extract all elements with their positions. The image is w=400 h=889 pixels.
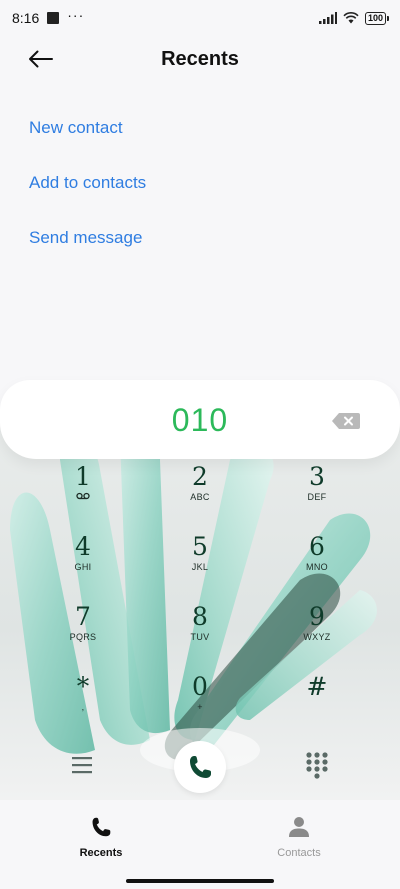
key-7[interactable]: 7 PQRS xyxy=(33,602,133,662)
status-time: 8:16 xyxy=(12,10,40,26)
status-left: 8:16 ··· xyxy=(12,7,85,26)
key-digit: 4 xyxy=(75,532,91,561)
key-letters: TUV xyxy=(190,632,210,642)
send-message-link[interactable]: Send message xyxy=(29,222,146,277)
menu-icon xyxy=(72,757,92,774)
key-8[interactable]: 8 TUV xyxy=(150,602,250,662)
number-display-card: 010 xyxy=(0,380,400,459)
header: Recents xyxy=(0,40,400,78)
wifi-icon xyxy=(343,12,359,24)
backspace-icon xyxy=(332,413,360,429)
notification-icon xyxy=(47,12,60,24)
key-digit: 9 xyxy=(309,602,325,631)
key-5[interactable]: 5 JKL xyxy=(150,532,250,592)
key-letters: ABC xyxy=(190,492,210,502)
dialpad-toggle-button[interactable] xyxy=(304,751,330,779)
home-indicator[interactable] xyxy=(126,879,274,883)
signal-icon xyxy=(318,12,337,24)
new-contact-link[interactable]: New contact xyxy=(29,112,146,167)
key-digit: 2 xyxy=(192,462,208,491)
key-letters: DEF xyxy=(307,492,327,502)
key-4[interactable]: 4 GHI xyxy=(33,532,133,592)
status-bar: 8:16 ··· 100 xyxy=(0,0,400,36)
key-0[interactable]: 0 + xyxy=(150,672,250,732)
key-digit: 3 xyxy=(309,462,325,491)
nav-recents[interactable]: Recents xyxy=(46,816,156,859)
call-button[interactable] xyxy=(174,741,226,793)
voicemail-icon xyxy=(33,492,133,502)
key-2[interactable]: 2 ABC xyxy=(150,462,250,522)
key-6[interactable]: 6 MNO xyxy=(267,532,367,592)
dialpad-icon xyxy=(306,752,328,779)
key-digit: 0 xyxy=(192,672,208,701)
status-right: 100 xyxy=(318,11,390,25)
key-letters: , xyxy=(81,702,85,712)
key-star[interactable]: * , xyxy=(33,672,133,732)
key-letters: PQRS xyxy=(69,632,97,642)
more-notifications-icon: ··· xyxy=(67,7,85,23)
key-letters: JKL xyxy=(191,562,209,572)
nav-label: Contacts xyxy=(277,847,321,859)
key-digit: # xyxy=(306,672,328,701)
key-letters: MNO xyxy=(306,562,328,572)
nav-contacts[interactable]: Contacts xyxy=(244,816,354,859)
phone-icon xyxy=(92,817,111,837)
phone-icon xyxy=(190,756,211,778)
key-1[interactable]: 1 xyxy=(33,462,133,522)
menu-button[interactable] xyxy=(70,754,96,776)
key-letters: GHI xyxy=(74,562,92,572)
key-hash[interactable]: # xyxy=(267,672,367,732)
action-list: New contact Add to contacts Send message xyxy=(29,112,146,277)
key-9[interactable]: 9 WXYZ xyxy=(267,602,367,662)
battery-icon: 100 xyxy=(364,11,390,25)
add-to-contacts-link[interactable]: Add to contacts xyxy=(29,167,146,222)
key-digit: 5 xyxy=(192,532,208,561)
key-digit: 8 xyxy=(192,602,208,631)
nav-label: Recents xyxy=(79,847,123,859)
key-digit: * xyxy=(76,672,90,701)
key-3[interactable]: 3 DEF xyxy=(267,462,367,522)
person-icon xyxy=(289,817,309,837)
key-letters: WXYZ xyxy=(303,632,331,642)
page-title: Recents xyxy=(161,48,239,70)
key-digit: 1 xyxy=(75,462,91,491)
key-digit: 7 xyxy=(75,602,91,631)
keypad: 1 2 ABC 3 DEF 4 GHI 5 JKL 6 MNO 7 PQRS 8… xyxy=(0,462,400,722)
bottom-nav: Recents Contacts xyxy=(0,800,400,889)
backspace-button[interactable] xyxy=(332,413,360,429)
key-digit: 6 xyxy=(309,532,325,561)
key-letters: + xyxy=(197,702,203,712)
